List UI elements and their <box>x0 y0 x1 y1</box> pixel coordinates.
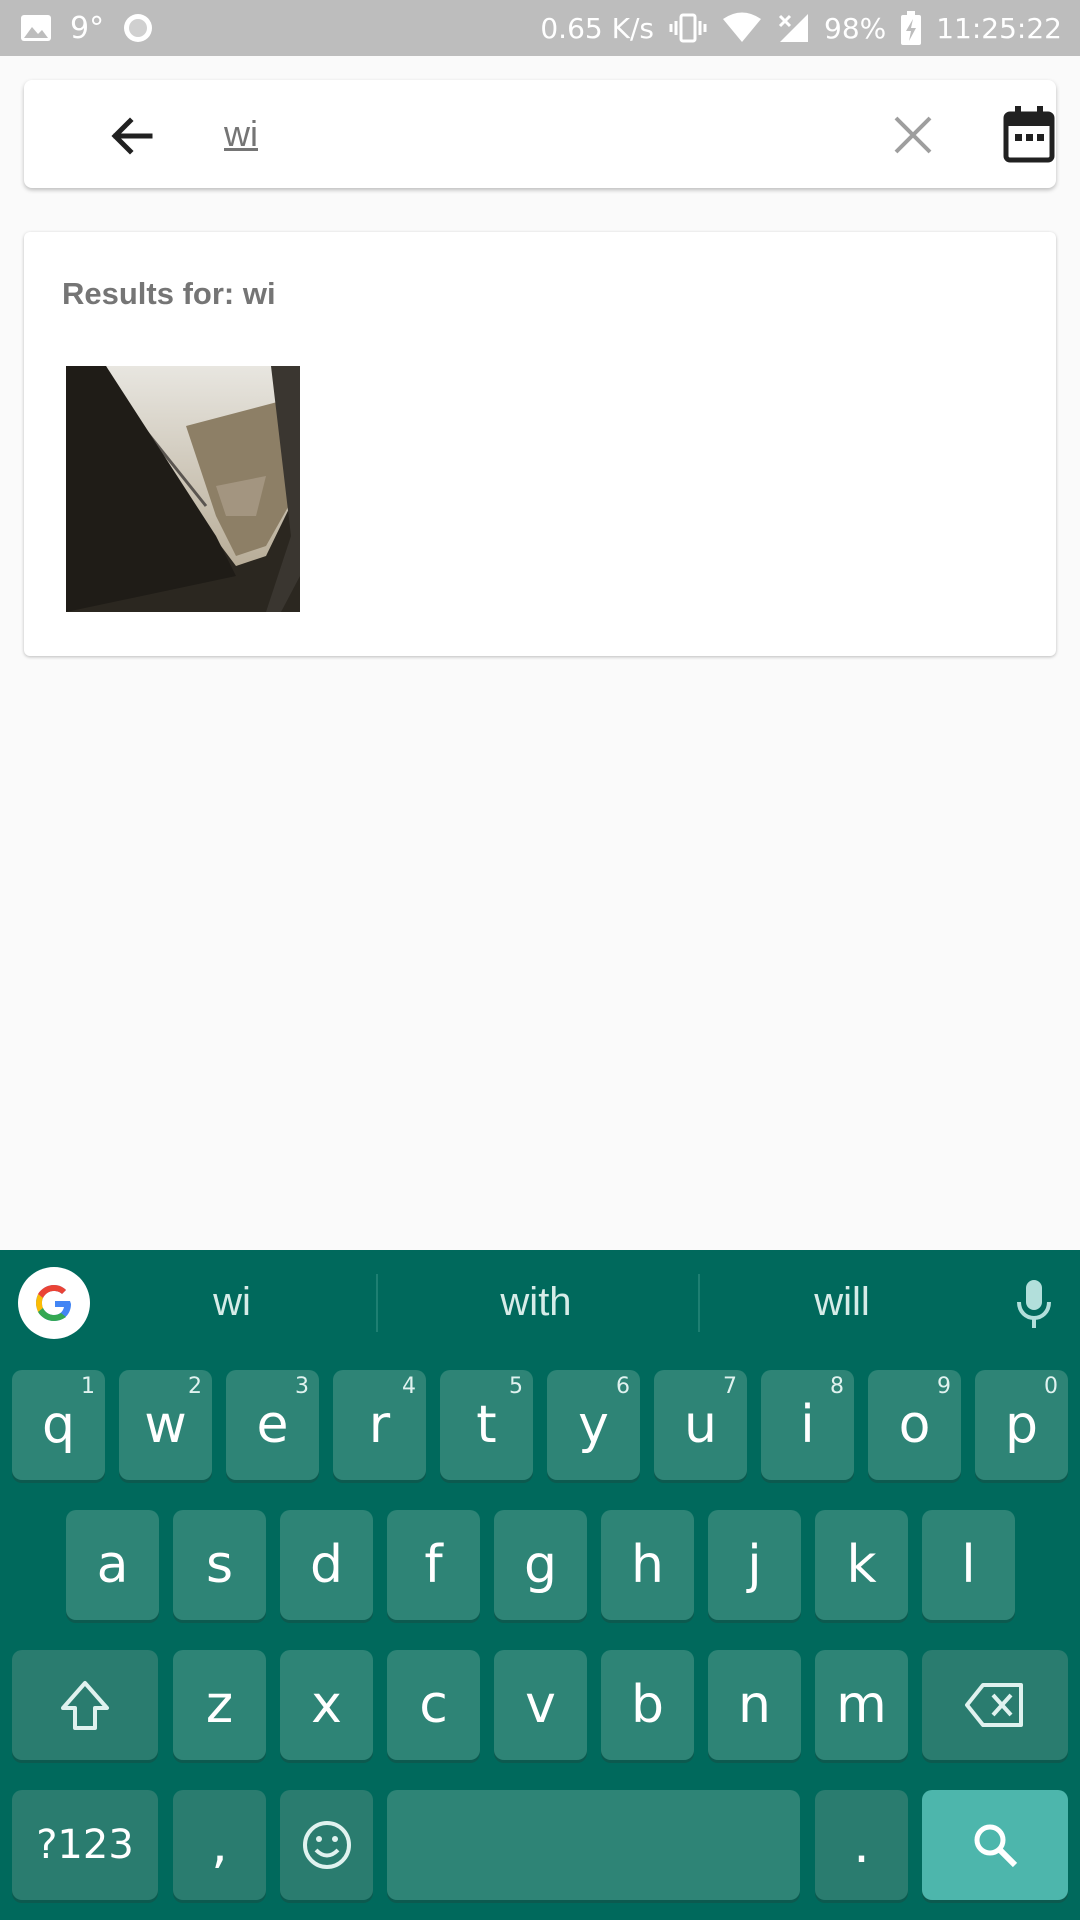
key-x[interactable]: x <box>280 1650 373 1760</box>
shift-icon <box>61 1681 109 1730</box>
key-e[interactable]: e3 <box>226 1370 319 1480</box>
key-h[interactable]: h <box>601 1510 694 1620</box>
gallery-notification-icon <box>20 14 52 42</box>
vibrate-icon <box>668 12 708 44</box>
key-s[interactable]: s <box>173 1510 266 1620</box>
weather-temperature: 9° <box>70 10 105 46</box>
comma-key[interactable]: , <box>173 1790 266 1900</box>
wifi-icon <box>722 12 762 44</box>
key-l[interactable]: l <box>922 1510 1015 1620</box>
microphone-icon <box>1017 1280 1051 1328</box>
period-key[interactable]: . <box>815 1790 908 1900</box>
key-d[interactable]: d <box>280 1510 373 1620</box>
key-w[interactable]: w2 <box>119 1370 212 1480</box>
result-photo-thumbnail[interactable] <box>66 366 300 612</box>
soft-keyboard: wi with will q1 w2 e3 r4 t5 y6 u7 i8 o9 … <box>0 1250 1080 1920</box>
arrow-back-icon <box>111 117 153 155</box>
clear-search-button[interactable] <box>886 108 940 162</box>
key-b[interactable]: b <box>601 1650 694 1760</box>
search-input[interactable] <box>224 102 844 166</box>
results-title: Results for: wi <box>62 276 276 311</box>
key-a[interactable]: a <box>66 1510 159 1620</box>
key-f[interactable]: f <box>387 1510 480 1620</box>
clock: 11:25:22 <box>936 11 1062 45</box>
back-button[interactable] <box>104 108 160 164</box>
suggestion-strip: wi with will <box>0 1250 1080 1356</box>
backspace-icon <box>965 1683 1023 1727</box>
google-icon <box>36 1285 71 1321</box>
search-bar <box>24 80 1056 188</box>
smiley-icon <box>302 1821 351 1869</box>
space-key[interactable] <box>387 1790 800 1900</box>
key-i[interactable]: i8 <box>761 1370 854 1480</box>
calendar-button[interactable] <box>1002 104 1056 164</box>
circle-notification-icon <box>122 12 154 44</box>
battery-charging-icon <box>900 11 922 45</box>
network-speed: 0.65 K/s <box>540 11 654 45</box>
emoji-key[interactable] <box>280 1790 373 1900</box>
key-m[interactable]: m <box>815 1650 908 1760</box>
shift-key[interactable] <box>12 1650 158 1760</box>
key-c[interactable]: c <box>387 1650 480 1760</box>
key-r[interactable]: r4 <box>333 1370 426 1480</box>
search-icon <box>974 1824 1018 1868</box>
key-o[interactable]: o9 <box>868 1370 961 1480</box>
key-q[interactable]: q1 <box>12 1370 105 1480</box>
key-g[interactable]: g <box>494 1510 587 1620</box>
key-n[interactable]: n <box>708 1650 801 1760</box>
key-j[interactable]: j <box>708 1510 801 1620</box>
voice-input-button[interactable] <box>1014 1276 1054 1332</box>
key-u[interactable]: u7 <box>654 1370 747 1480</box>
key-z[interactable]: z <box>173 1650 266 1760</box>
key-v[interactable]: v <box>494 1650 587 1760</box>
search-action-key[interactable] <box>922 1790 1068 1900</box>
signal-icon <box>776 12 810 44</box>
key-p[interactable]: p0 <box>975 1370 1068 1480</box>
suggestion-1[interactable]: wi <box>132 1272 332 1332</box>
google-logo-button[interactable] <box>18 1267 90 1339</box>
key-t[interactable]: t5 <box>440 1370 533 1480</box>
calendar-icon <box>1003 106 1055 163</box>
key-k[interactable]: k <box>815 1510 908 1620</box>
close-icon <box>894 116 932 154</box>
key-y[interactable]: y6 <box>547 1370 640 1480</box>
symbols-key[interactable]: ?123 <box>12 1790 158 1900</box>
suggestion-3[interactable]: will <box>742 1272 942 1332</box>
battery-percent: 98% <box>824 11 887 45</box>
suggestion-2[interactable]: with <box>436 1272 636 1332</box>
results-card: Results for: wi <box>24 232 1056 656</box>
suggestion-divider <box>698 1274 700 1332</box>
status-bar: 9° 0.65 K/s 98% 11:25:22 <box>0 0 1080 56</box>
backspace-key[interactable] <box>922 1650 1068 1760</box>
suggestion-divider <box>376 1274 378 1332</box>
